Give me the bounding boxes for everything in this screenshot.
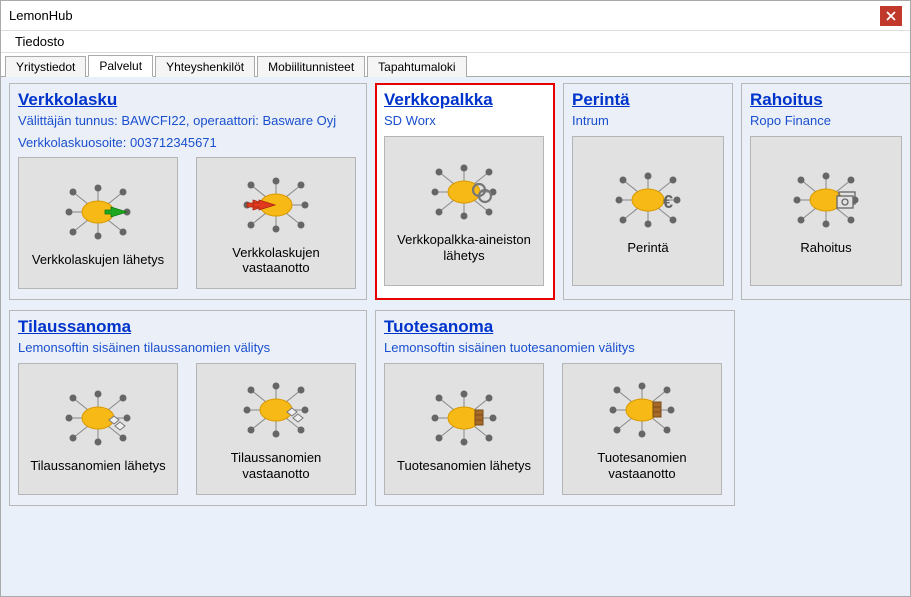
titlebar: LemonHub — [1, 1, 910, 31]
tile-verkkolaskujen-vastaanotto[interactable]: Verkkolaskujen vastaanotto — [196, 157, 356, 289]
tab-tapahtumaloki[interactable]: Tapahtumaloki — [367, 56, 466, 77]
hub-stack-recv-icon — [599, 376, 685, 444]
panel-sub-verkkolasku-1: Välittäjän tunnus: BAWCFI22, operaattori… — [18, 112, 358, 130]
hub-boxes-recv-icon — [233, 376, 319, 444]
tile-tilaussanomien-lahetys[interactable]: Tilaussanomien lähetys — [18, 363, 178, 495]
panel-rahoitus: Rahoitus Ropo Finance — [741, 83, 910, 300]
tile-perinta[interactable]: € Perintä — [572, 136, 724, 286]
panel-perinta: Perintä Intrum — [563, 83, 733, 300]
hub-stack-send-icon — [421, 384, 507, 452]
panel-verkkopalkka: Verkkopalkka SD Worx — [375, 83, 555, 300]
tile-tuotesanomien-lahetys[interactable]: Tuotesanomien lähetys — [384, 363, 544, 495]
tile-tilaussanomien-vastaanotto[interactable]: Tilaussanomien vastaanotto — [196, 363, 356, 495]
tile-label: Perintä — [627, 240, 668, 256]
panel-tuotesanoma: Tuotesanoma Lemonsoftin sisäinen tuotesa… — [375, 310, 735, 506]
panel-sub-rahoitus: Ropo Finance — [750, 112, 902, 130]
panel-sub-verkkolasku-2: Verkkolaskuosoite: 003712345671 — [18, 134, 358, 152]
menubar: Tiedosto — [1, 31, 910, 53]
tab-yritystiedot[interactable]: Yritystiedot — [5, 56, 86, 77]
tile-label: Tuotesanomien vastaanotto — [569, 450, 715, 481]
hub-euro-icon: € — [605, 166, 691, 234]
hub-link-icon — [421, 158, 507, 226]
panel-title-tilaussanoma[interactable]: Tilaussanoma — [18, 317, 358, 337]
tile-label: Verkkolaskujen lähetys — [32, 252, 164, 268]
panel-sub-tuotesanoma: Lemonsoftin sisäinen tuotesanomien välit… — [384, 339, 726, 357]
tab-palvelut[interactable]: Palvelut — [88, 55, 153, 77]
tab-yhteyshenkilot[interactable]: Yhteyshenkilöt — [155, 56, 255, 77]
panel-title-verkkolasku[interactable]: Verkkolasku — [18, 90, 358, 110]
tile-label: Tilaussanomien lähetys — [30, 458, 165, 474]
tile-verkkopalkka-aineiston-lahetys[interactable]: Verkkopalkka-aineiston lähetys — [384, 136, 544, 286]
panel-title-verkkopalkka[interactable]: Verkkopalkka — [384, 90, 546, 110]
panel-title-rahoitus[interactable]: Rahoitus — [750, 90, 902, 110]
tile-tuotesanomien-vastaanotto[interactable]: Tuotesanomien vastaanotto — [562, 363, 722, 495]
menu-file[interactable]: Tiedosto — [9, 32, 70, 51]
panel-title-perinta[interactable]: Perintä — [572, 90, 724, 110]
tile-label: Tilaussanomien vastaanotto — [203, 450, 349, 481]
hub-send-icon — [55, 178, 141, 246]
panel-sub-verkkopalkka: SD Worx — [384, 112, 546, 130]
tab-mobiilitunnisteet[interactable]: Mobiilitunnisteet — [257, 56, 365, 77]
content-area: Verkkolasku Välittäjän tunnus: BAWCFI22,… — [1, 77, 910, 596]
tabbar: Yritystiedot Palvelut Yhteyshenkilöt Mob… — [1, 53, 910, 77]
tile-label: Verkkopalkka-aineiston lähetys — [391, 232, 537, 263]
tile-label: Rahoitus — [800, 240, 851, 256]
tile-label: Verkkolaskujen vastaanotto — [203, 245, 349, 276]
tile-label: Tuotesanomien lähetys — [397, 458, 531, 474]
panel-sub-tilaussanoma: Lemonsoftin sisäinen tilaussanomien väli… — [18, 339, 358, 357]
close-button[interactable] — [880, 6, 902, 26]
panel-sub-perinta: Intrum — [572, 112, 724, 130]
hub-boxes-send-icon — [55, 384, 141, 452]
panel-tilaussanoma: Tilaussanoma Lemonsoftin sisäinen tilaus… — [9, 310, 367, 506]
tile-verkkolaskujen-lahetys[interactable]: Verkkolaskujen lähetys — [18, 157, 178, 289]
window-title: LemonHub — [9, 8, 880, 23]
hub-folder-icon — [783, 166, 869, 234]
hub-receive-icon — [233, 171, 319, 239]
panel-title-tuotesanoma[interactable]: Tuotesanoma — [384, 317, 726, 337]
close-icon — [886, 11, 896, 21]
panel-verkkolasku: Verkkolasku Välittäjän tunnus: BAWCFI22,… — [9, 83, 367, 300]
tile-rahoitus[interactable]: Rahoitus — [750, 136, 902, 286]
svg-text:€: € — [663, 192, 673, 212]
